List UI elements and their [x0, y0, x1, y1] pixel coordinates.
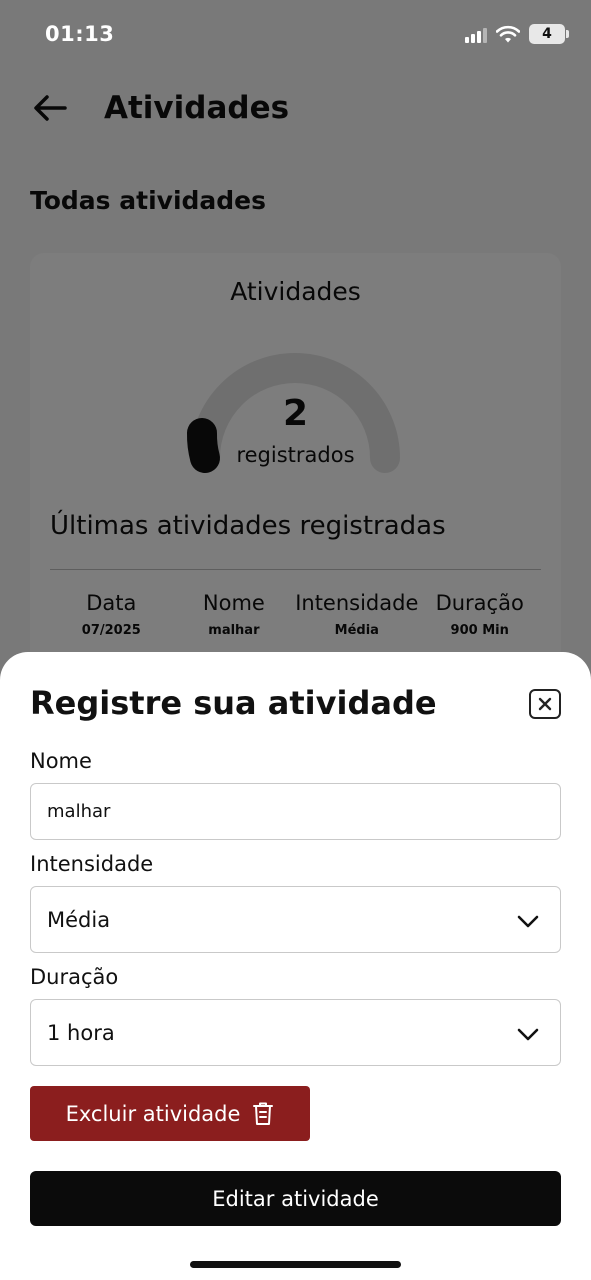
duration-label: Duração: [30, 965, 119, 989]
chevron-down-icon: [517, 1028, 539, 1041]
chevron-down-icon: [517, 915, 539, 928]
close-icon: [538, 697, 552, 711]
signal-icon: [465, 25, 487, 43]
home-indicator: [190, 1261, 401, 1268]
wifi-icon: [496, 25, 520, 43]
close-button[interactable]: [529, 689, 561, 719]
register-activity-sheet: Registre sua atividade Nome malhar Inten…: [0, 652, 591, 1280]
name-value: malhar: [47, 801, 111, 822]
status-icons: 4: [465, 24, 569, 44]
name-label: Nome: [30, 749, 92, 773]
duration-select[interactable]: 1 hora: [30, 999, 561, 1066]
delete-activity-label: Excluir atividade: [65, 1101, 241, 1126]
sheet-title: Registre sua atividade: [30, 684, 437, 722]
intensity-label: Intensidade: [30, 852, 154, 876]
battery-icon: 4: [529, 24, 569, 44]
name-input[interactable]: malhar: [30, 783, 561, 840]
trash-icon: [253, 1102, 274, 1125]
edit-activity-label: Editar atividade: [212, 1186, 379, 1211]
intensity-value: Média: [47, 907, 111, 932]
intensity-select[interactable]: Média: [30, 886, 561, 953]
edit-activity-button[interactable]: Editar atividade: [30, 1171, 561, 1226]
duration-value: 1 hora: [47, 1020, 115, 1045]
delete-activity-button[interactable]: Excluir atividade: [30, 1086, 310, 1141]
status-bar: 01:13 4: [0, 0, 591, 70]
status-time: 01:13: [45, 22, 115, 46]
